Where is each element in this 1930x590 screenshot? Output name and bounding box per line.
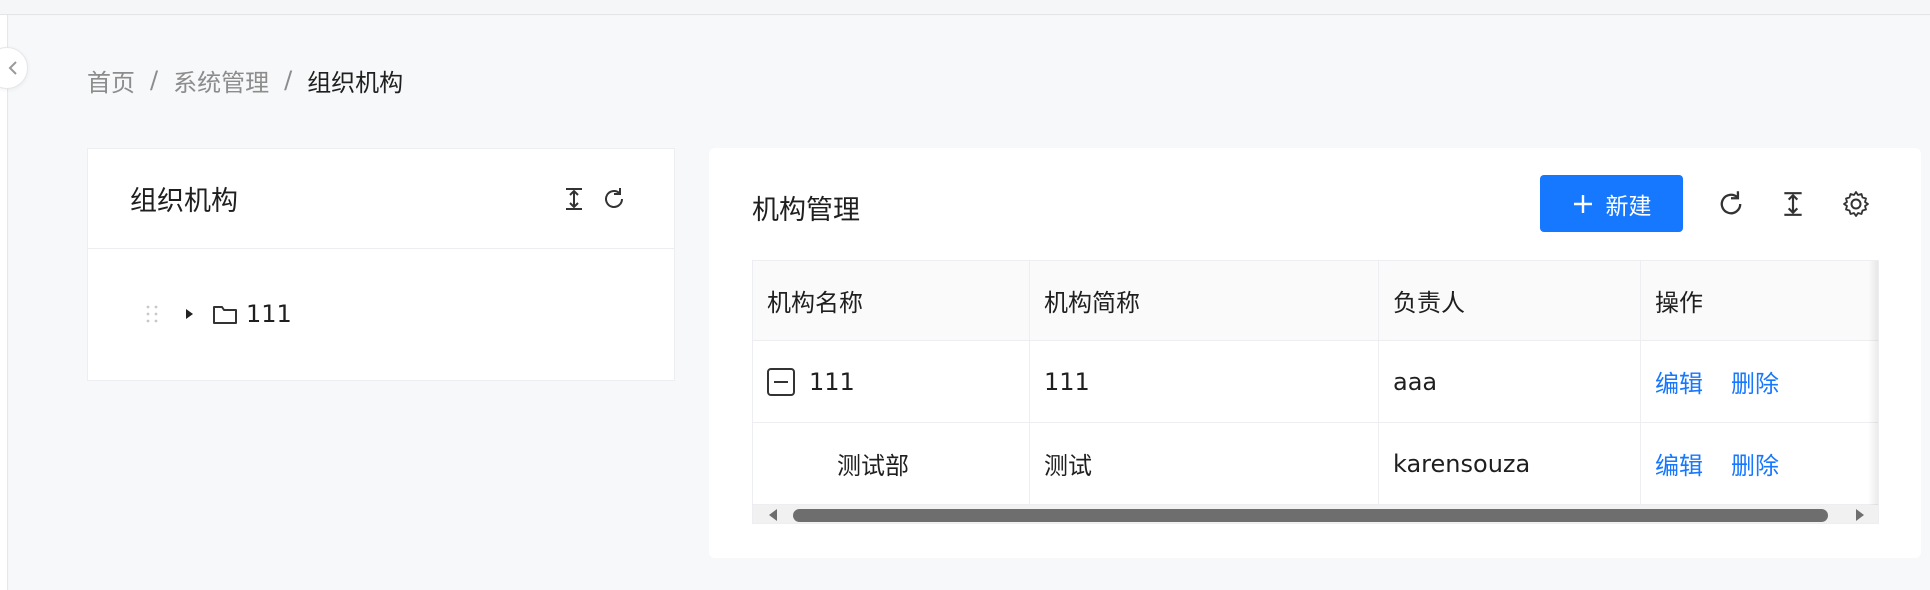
org-tree-title: 组织机构 xyxy=(130,186,238,217)
edit-link[interactable]: 编辑 xyxy=(1655,446,1703,481)
breadcrumb-separator: / xyxy=(150,66,159,94)
column-height-icon[interactable] xyxy=(1773,184,1813,224)
breadcrumb: 首页 / 系统管理 / 组织机构 xyxy=(87,63,404,98)
org-management-card: 机构管理 新建 机构名称 机构简称 负责人 操作 111 111 aaa 编辑 … xyxy=(709,148,1921,558)
refresh-icon[interactable] xyxy=(596,181,632,217)
tree-node-label: 111 xyxy=(246,300,292,328)
cell-owner: karensouza xyxy=(1379,423,1641,504)
column-header-short-name: 机构简称 xyxy=(1030,261,1379,340)
refresh-icon[interactable] xyxy=(1711,184,1751,224)
breadcrumb-separator: / xyxy=(284,66,293,94)
org-tree-header: 组织机构 xyxy=(88,149,674,249)
edit-link[interactable]: 编辑 xyxy=(1655,364,1703,399)
collapse-row-icon[interactable] xyxy=(767,367,795,396)
cell-actions: 编辑 删除 xyxy=(1641,423,1878,504)
main-content: 首页 / 系统管理 / 组织机构 组织机构 111 机构管理 新建 机构名称 机… xyxy=(9,16,1930,590)
cell-short-name: 测试 xyxy=(1030,423,1379,504)
scrollbar-thumb[interactable] xyxy=(793,509,1828,522)
breadcrumb-system-management[interactable]: 系统管理 xyxy=(173,63,269,98)
fixed-column-shadow xyxy=(1868,261,1878,505)
management-title: 机构管理 xyxy=(752,195,860,226)
org-table: 机构名称 机构简称 负责人 操作 111 111 aaa 编辑 删除 测试部 测… xyxy=(752,260,1879,524)
cell-short-name: 111 xyxy=(1030,341,1379,422)
new-button-label: 新建 xyxy=(1605,193,1652,220)
org-tree-card: 组织机构 111 xyxy=(87,148,675,381)
plus-icon xyxy=(1573,194,1592,213)
chevron-left-icon xyxy=(8,61,17,75)
drag-handle-icon[interactable] xyxy=(140,302,164,326)
collapse-all-icon[interactable] xyxy=(556,181,592,217)
table-row: 测试部 测试 karensouza 编辑 删除 xyxy=(753,423,1878,505)
new-button[interactable]: 新建 xyxy=(1540,175,1683,232)
settings-icon[interactable] xyxy=(1836,184,1876,224)
tree-node[interactable]: 111 xyxy=(140,294,292,334)
cell-owner: aaa xyxy=(1379,341,1641,422)
caret-right-icon[interactable] xyxy=(176,301,202,327)
horizontal-scrollbar[interactable] xyxy=(753,505,1878,523)
column-header-actions: 操作 xyxy=(1655,289,1703,317)
cell-name: 111 xyxy=(753,341,1030,422)
column-header-name: 机构名称 xyxy=(753,261,1030,340)
delete-link[interactable]: 删除 xyxy=(1731,364,1779,399)
org-name: 测试部 xyxy=(837,452,909,480)
tree-node-title[interactable]: 111 xyxy=(212,300,292,328)
scroll-left-icon[interactable] xyxy=(763,505,783,523)
table-row: 111 111 aaa 编辑 删除 xyxy=(753,341,1878,423)
top-bar xyxy=(0,0,1930,15)
side-menu-strip xyxy=(0,15,8,590)
scroll-right-icon[interactable] xyxy=(1850,505,1870,523)
folder-icon xyxy=(213,306,237,324)
cell-name: 测试部 xyxy=(753,423,1030,504)
table-header-row: 机构名称 机构简称 负责人 操作 xyxy=(753,261,1878,341)
breadcrumb-home[interactable]: 首页 xyxy=(87,63,135,98)
org-name: 111 xyxy=(809,367,855,396)
column-header-owner: 负责人 xyxy=(1379,261,1641,340)
breadcrumb-current: 组织机构 xyxy=(307,68,404,97)
cell-actions: 编辑 删除 xyxy=(1641,341,1878,422)
delete-link[interactable]: 删除 xyxy=(1731,446,1779,481)
